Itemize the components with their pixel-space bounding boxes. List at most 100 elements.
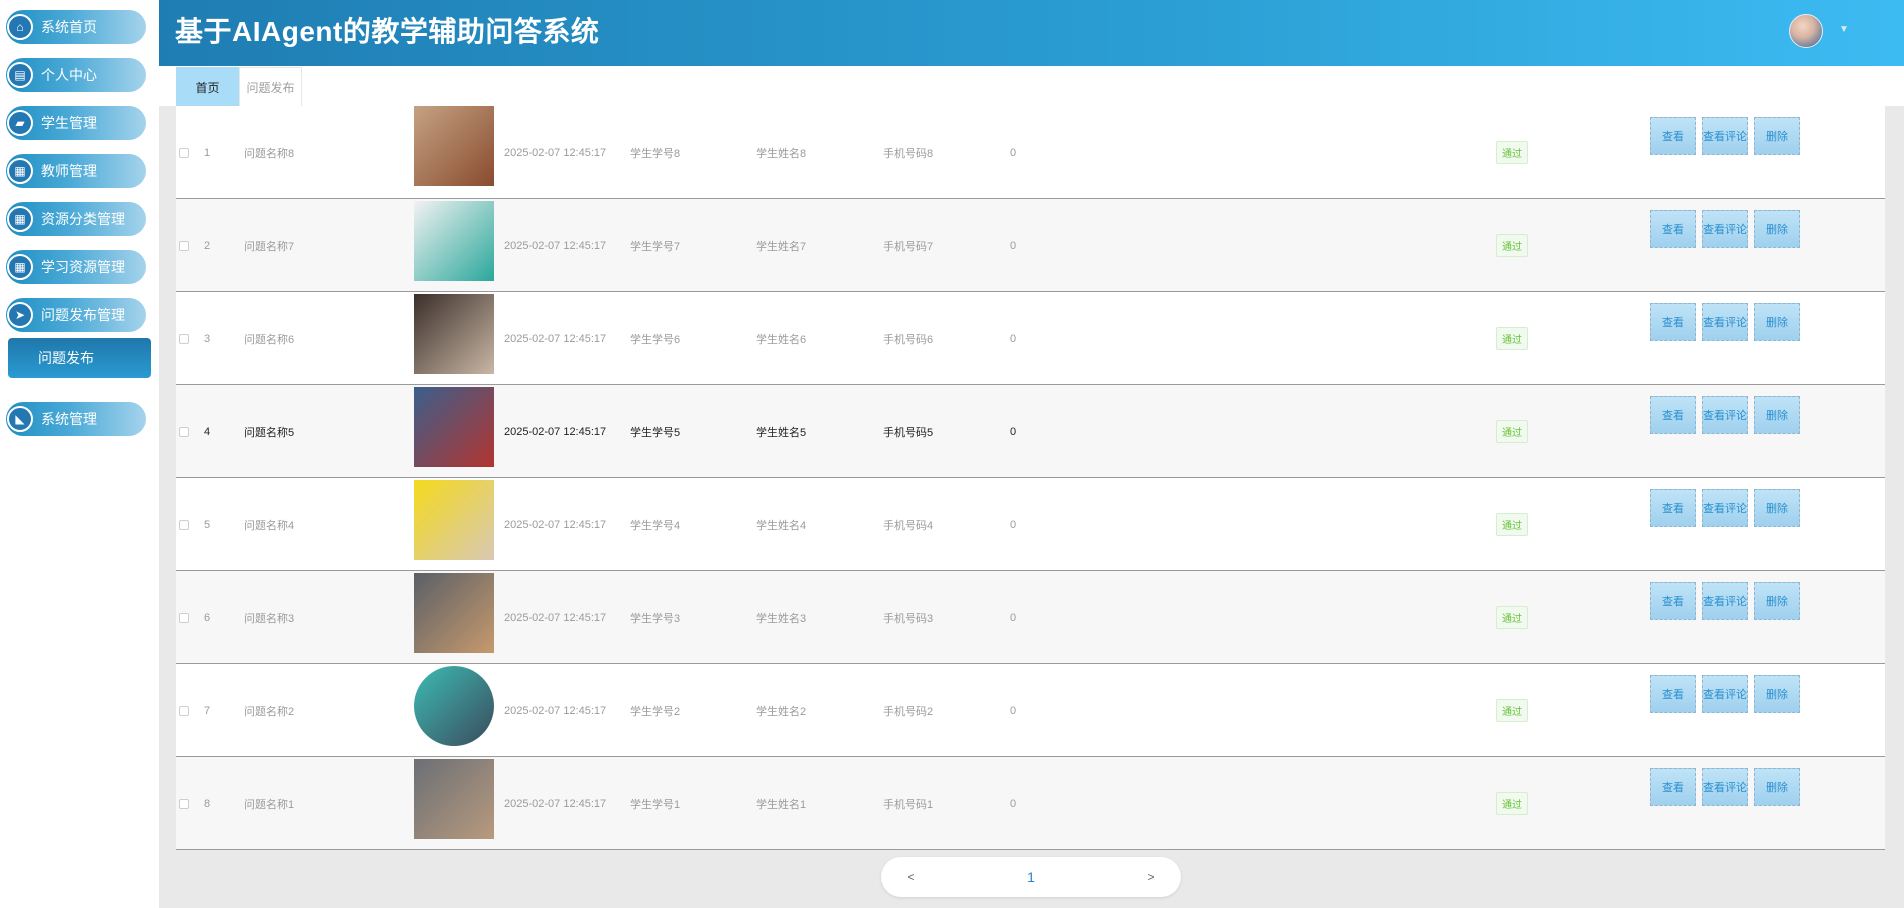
delete-button[interactable]: 删除 [1754, 675, 1800, 713]
sidebar-item-system-management[interactable]: ◣ 系统管理 [6, 402, 146, 436]
briefcase-icon: ▰ [7, 110, 33, 136]
delete-button[interactable]: 删除 [1754, 210, 1800, 248]
view-comments-button[interactable]: 查看评论 [1702, 303, 1748, 341]
page-number-button[interactable]: 1 [1021, 857, 1041, 897]
sidebar-item-question-management[interactable]: ➤ 问题发布管理 [6, 298, 146, 332]
publish-time: 2025-02-07 12:45:17 [504, 146, 607, 159]
question-thumbnail [414, 573, 494, 653]
status-cell: 通过 [1496, 571, 1556, 664]
sidebar-item-home[interactable]: ⌂ 系统首页 [6, 10, 146, 44]
next-page-button[interactable]: > [1141, 857, 1161, 897]
view-button[interactable]: 查看 [1650, 675, 1696, 713]
question-thumbnail [414, 201, 494, 281]
status-cell: 通过 [1496, 199, 1556, 292]
status-cell: 通过 [1496, 757, 1556, 850]
view-comments-button[interactable]: 查看评论 [1702, 210, 1748, 248]
student-name: 学生姓名1 [756, 798, 807, 811]
view-comments-button[interactable]: 查看评论 [1702, 489, 1748, 527]
question-thumbnail [414, 480, 494, 560]
phone-number: 手机号码6 [883, 333, 934, 346]
sidebar-item-resource-categories[interactable]: ▦ 资源分类管理 [6, 202, 146, 236]
tab-bar: 首页 问题发布 [159, 66, 1904, 107]
publish-time: 2025-02-07 12:45:17 [504, 239, 607, 252]
tab-question-publish[interactable]: 问题发布 [239, 67, 302, 107]
table-row: 3 问题名称6 2025-02-07 12:45:17 学生学号6 学生姓名6 手机号码6… [176, 292, 1885, 385]
view-button[interactable]: 查看 [1650, 117, 1696, 155]
view-comments-button[interactable]: 查看评论 [1702, 675, 1748, 713]
view-button[interactable]: 查看 [1650, 768, 1696, 806]
view-comments-button[interactable]: 查看评论 [1702, 582, 1748, 620]
row-checkbox[interactable] [179, 705, 189, 716]
student-id: 学生学号4 [630, 519, 681, 532]
question-thumbnail [414, 387, 494, 467]
view-button[interactable]: 查看 [1650, 396, 1696, 434]
publish-time: 2025-02-07 12:45:17 [504, 518, 607, 531]
status-badge: 通过 [1496, 606, 1528, 629]
question-thumbnail [414, 759, 494, 839]
row-checkbox-cell [179, 757, 199, 850]
row-checkbox[interactable] [179, 612, 189, 623]
view-button[interactable]: 查看 [1650, 489, 1696, 527]
prev-page-button[interactable]: < [901, 857, 921, 897]
status-badge: 通过 [1496, 141, 1528, 164]
chevron-down-icon[interactable]: ▼ [1839, 24, 1849, 35]
row-checkbox[interactable] [179, 519, 189, 530]
student-name: 学生姓名6 [756, 333, 807, 346]
question-thumbnail [414, 294, 494, 374]
status-badge: 通过 [1496, 699, 1528, 722]
profile-icon: ▤ [7, 62, 33, 88]
row-checkbox[interactable] [179, 798, 189, 809]
view-button[interactable]: 查看 [1650, 210, 1696, 248]
delete-button[interactable]: 删除 [1754, 117, 1800, 155]
pagination: < 1 > [881, 857, 1181, 897]
student-name: 学生姓名8 [756, 147, 807, 160]
status-badge: 通过 [1496, 327, 1528, 350]
view-comments-button[interactable]: 查看评论 [1702, 768, 1748, 806]
home-icon: ⌂ [7, 14, 33, 40]
view-button[interactable]: 查看 [1650, 582, 1696, 620]
delete-button[interactable]: 删除 [1754, 489, 1800, 527]
sidebar-item-students[interactable]: ▰ 学生管理 [6, 106, 146, 140]
phone-number: 手机号码4 [883, 519, 934, 532]
delete-button[interactable]: 删除 [1754, 396, 1800, 434]
tab-home[interactable]: 首页 [176, 67, 239, 107]
phone-number: 手机号码5 [883, 426, 934, 439]
send-icon: ➤ [7, 302, 33, 328]
sidebar-item-learning-resources[interactable]: ▦ 学习资源管理 [6, 250, 146, 284]
view-comments-button[interactable]: 查看评论 [1702, 396, 1748, 434]
delete-button[interactable]: 删除 [1754, 582, 1800, 620]
count-value: 0 [1010, 332, 1017, 345]
row-checkbox[interactable] [179, 147, 189, 158]
publish-time: 2025-02-07 12:45:17 [504, 704, 607, 717]
row-checkbox[interactable] [179, 240, 189, 251]
main-content: 1 问题名称8 2025-02-07 12:45:17 学生学号8 学生姓名8 手机号码8… [159, 106, 1904, 908]
count-value: 0 [1010, 704, 1017, 717]
chart-icon: ◣ [7, 406, 33, 432]
row-checkbox-cell [179, 292, 199, 385]
question-thumbnail [414, 106, 494, 186]
sidebar: ⌂ 系统首页 ▤ 个人中心 ▰ 学生管理 ▦ 教师管理 ▦ 资源分类管理 ▦ 学… [0, 0, 159, 908]
publish-time: 2025-02-07 12:45:17 [504, 425, 607, 438]
student-id: 学生学号5 [630, 426, 681, 439]
status-cell: 通过 [1496, 664, 1556, 757]
question-name: 问题名称7 [244, 240, 295, 253]
row-checkbox[interactable] [179, 333, 189, 344]
delete-button[interactable]: 删除 [1754, 768, 1800, 806]
status-cell: 通过 [1496, 292, 1556, 385]
sidebar-item-profile[interactable]: ▤ 个人中心 [6, 58, 146, 92]
question-name: 问题名称8 [244, 147, 295, 160]
view-button[interactable]: 查看 [1650, 303, 1696, 341]
delete-button[interactable]: 删除 [1754, 303, 1800, 341]
sidebar-subitem-question-publish[interactable]: 问题发布 [8, 338, 151, 378]
grid-icon: ▦ [7, 206, 33, 232]
sidebar-item-label: 学生管理 [41, 115, 97, 131]
sidebar-item-label: 系统首页 [41, 19, 97, 35]
view-comments-button[interactable]: 查看评论 [1702, 117, 1748, 155]
avatar[interactable] [1789, 14, 1823, 48]
count-value: 0 [1010, 425, 1017, 438]
row-checkbox[interactable] [179, 426, 189, 437]
status-cell: 通过 [1496, 106, 1556, 199]
sidebar-item-teachers[interactable]: ▦ 教师管理 [6, 154, 146, 188]
sidebar-item-label: 个人中心 [41, 67, 97, 83]
count-value: 0 [1010, 239, 1017, 252]
